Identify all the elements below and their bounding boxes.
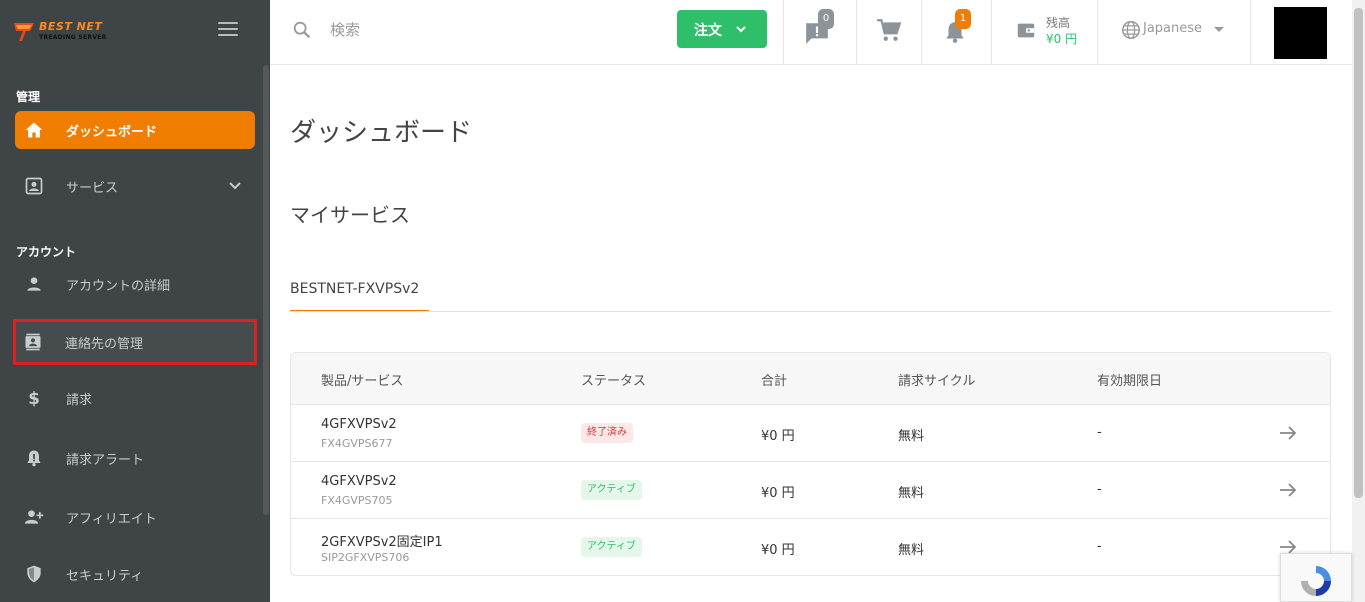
sidebar-item-label: アフィリエイト — [66, 511, 157, 527]
product-id: SIP2GFXVPS706 — [321, 551, 410, 564]
logo[interactable]: BEST NET TREADING SERVER — [12, 16, 132, 44]
sidebar-item-dashboard[interactable]: ダッシュボード — [15, 111, 255, 149]
sidebar-item-label: ダッシュボード — [66, 124, 158, 140]
sidebar-item-security[interactable]: セキュリティ — [15, 555, 255, 593]
divider — [1250, 0, 1251, 65]
table-row[interactable]: 2GFXVPSv2固定IP1 SIP2GFXVPS706 アクティブ ¥0 円 … — [291, 519, 1330, 575]
sidebar-item-account-details[interactable]: アカウントの詳細 — [15, 265, 255, 303]
sidebar: BEST NET TREADING SERVER 管理 ダッシュボード サービス… — [0, 0, 270, 602]
product-name: 4GFXVPSv2 — [321, 474, 397, 489]
divider — [783, 0, 784, 65]
status-badge: 終了済み — [581, 423, 633, 443]
sidebar-item-affiliate[interactable]: アフィリエイト — [15, 498, 255, 536]
sidebar-item-services[interactable]: サービス — [15, 167, 255, 205]
section-label-account: アカウント — [16, 245, 77, 259]
sidebar-item-label: 請求 — [66, 392, 93, 408]
sidebar-item-contacts[interactable]: 連絡先の管理 — [13, 319, 257, 365]
expiry-value: - — [1097, 539, 1102, 554]
table-header: 製品/サービス ステータス 合計 請求サイクル 有効期限日 — [291, 353, 1330, 405]
search-input[interactable] — [330, 18, 610, 42]
sidebar-item-billing-alerts[interactable]: 請求アラート — [15, 439, 255, 477]
affiliate-icon — [24, 510, 44, 524]
contacts-icon — [25, 333, 41, 351]
sidebar-item-label: アカウントの詳細 — [66, 278, 171, 294]
column-header-expiry: 有効期限日 — [1097, 374, 1163, 389]
status-badge: アクティブ — [581, 480, 642, 500]
arrow-right-icon[interactable] — [1277, 422, 1299, 444]
sidebar-item-label: 連絡先の管理 — [65, 336, 144, 352]
logo-icon — [14, 23, 34, 41]
sidebar-scrollbar[interactable] — [263, 65, 269, 515]
recaptcha-badge[interactable] — [1280, 553, 1352, 602]
logo-subtext: TREADING SERVER — [39, 34, 107, 41]
column-header-status: ステータス — [581, 374, 647, 389]
divider — [921, 0, 922, 65]
table-row[interactable]: 4GFXVPSv2 FX4GVPS705 アクティブ ¥0 円 無料 - — [291, 462, 1330, 519]
sidebar-item-billing[interactable]: $ 請求 — [15, 379, 255, 417]
wallet-icon — [1017, 23, 1035, 38]
product-id: FX4GVPS705 — [321, 494, 393, 507]
logo-text: BEST NET — [39, 20, 103, 33]
user-icon — [27, 277, 41, 291]
billing-cycle-value: 無料 — [898, 486, 925, 501]
billing-cycle-value: 無料 — [898, 429, 925, 444]
sidebar-item-label: セキュリティ — [66, 568, 144, 584]
menu-toggle-icon[interactable] — [218, 22, 238, 38]
column-header-billing-cycle: 請求サイクル — [898, 374, 976, 389]
column-header-product: 製品/サービス — [321, 374, 404, 389]
column-header-total: 合計 — [761, 374, 788, 389]
language-label: Japanese — [1143, 21, 1203, 36]
top-bar: 注文 0 1 残高 ¥0 円 Japanese — [270, 0, 1352, 65]
alert-bell-icon — [27, 450, 41, 467]
search-icon[interactable] — [291, 19, 313, 41]
product-id: FX4GVPS677 — [321, 437, 393, 450]
sidebar-item-label: 請求アラート — [66, 452, 145, 468]
divider — [1097, 0, 1098, 65]
shield-icon — [27, 565, 41, 583]
svg-text:$: $ — [28, 389, 40, 408]
section-title-my-services: マイサービス — [290, 203, 410, 227]
services-table: 製品/サービス ステータス 合計 請求サイクル 有効期限日 4GFXVPSv2 … — [290, 352, 1331, 576]
order-button-label: 注文 — [694, 23, 722, 39]
product-name: 4GFXVPSv2 — [321, 417, 397, 432]
billing-cycle-value: 無料 — [898, 543, 925, 558]
avatar[interactable] — [1274, 7, 1327, 59]
sidebar-item-label: サービス — [66, 180, 119, 196]
order-button[interactable]: 注文 — [677, 10, 767, 48]
page-title: ダッシュボード — [290, 118, 473, 148]
total-value: ¥0 円 — [761, 543, 795, 558]
chevron-down-icon — [736, 26, 746, 33]
tab-divider — [290, 311, 1331, 312]
scrollbar-thumb[interactable] — [1354, 8, 1363, 498]
expiry-value: - — [1097, 425, 1102, 440]
divider — [991, 0, 992, 65]
table-row[interactable]: 4GFXVPSv2 FX4GVPS677 終了済み ¥0 円 無料 - — [291, 405, 1330, 462]
caret-down-icon — [1214, 27, 1224, 32]
services-icon — [25, 177, 43, 195]
chevron-down-icon — [229, 182, 241, 190]
expiry-value: - — [1097, 482, 1102, 497]
globe-icon — [1122, 21, 1140, 39]
recaptcha-icon — [1301, 566, 1331, 596]
divider — [856, 0, 857, 65]
status-badge: アクティブ — [581, 537, 642, 557]
balance-value: ¥0 円 — [1046, 32, 1078, 46]
tickets-count-badge: 0 — [818, 9, 834, 29]
home-icon — [25, 122, 43, 138]
product-name: 2GFXVPSv2固定IP1 — [321, 535, 443, 550]
page-scrollbar[interactable] — [1352, 0, 1365, 602]
arrow-right-icon[interactable] — [1277, 479, 1299, 501]
balance-label: 残高 — [1046, 16, 1071, 30]
section-label-admin: 管理 — [16, 90, 41, 104]
total-value: ¥0 円 — [761, 486, 795, 501]
cart-icon[interactable] — [876, 17, 902, 43]
total-value: ¥0 円 — [761, 429, 795, 444]
notifications-count-badge: 1 — [955, 9, 971, 29]
tab-bestnet-fxvpsv2[interactable]: BESTNET-FXVPSv2 — [290, 281, 429, 312]
dollar-icon: $ — [28, 389, 40, 408]
